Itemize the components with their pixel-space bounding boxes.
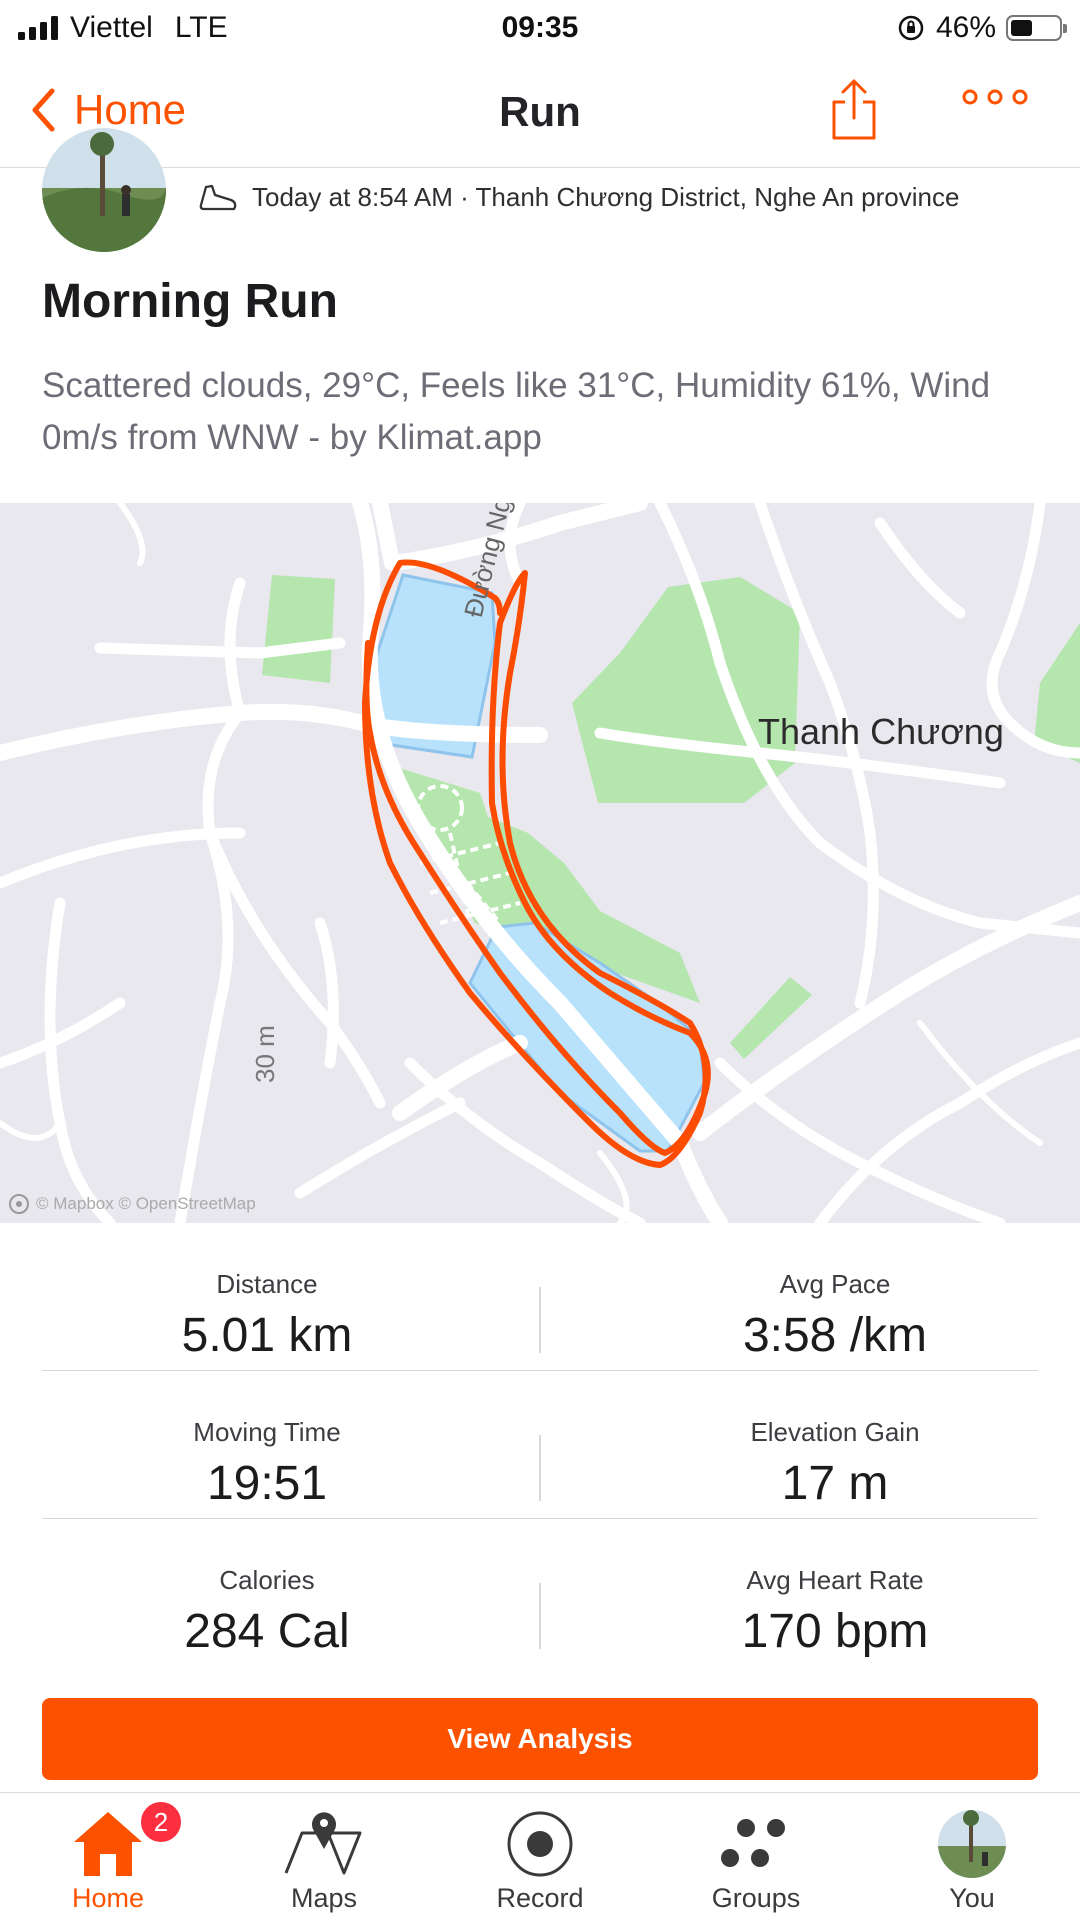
stats-row: Distance 5.01 km Avg Pace 3:58 /km [42, 1223, 1038, 1371]
orientation-lock-icon [898, 15, 924, 41]
stat-divider [539, 1435, 541, 1501]
stat-divider [539, 1583, 541, 1649]
tab-label: Maps [290, 1883, 358, 1913]
stat-distance: Distance 5.01 km [12, 1269, 522, 1363]
stat-moving-time: Moving Time 19:51 [12, 1417, 522, 1511]
stat-label: Avg Heart Rate [746, 1565, 924, 1595]
map-canvas [0, 503, 1080, 1223]
stat-value: 3:58 /km [742, 1309, 928, 1362]
tab-label: Groups [711, 1883, 801, 1913]
battery-level [1011, 20, 1033, 36]
battery-percent: 46% [935, 11, 996, 44]
home-icon [70, 1805, 146, 1883]
stat-value: 17 m [781, 1457, 889, 1510]
activity-title: Morning Run [42, 275, 338, 328]
battery-icon [1006, 15, 1067, 41]
network-type: LTE [174, 11, 228, 44]
back-button[interactable]: Home [30, 86, 186, 134]
tab-you[interactable]: You [864, 1793, 1080, 1920]
back-label: Home [74, 86, 187, 133]
signal-icon [18, 16, 58, 40]
stat-label: Avg Pace [779, 1269, 891, 1299]
navigation-bar: Home Run [0, 56, 1080, 168]
info-icon [9, 1194, 29, 1214]
activity-date-location: Today at 8:54 AM · Thanh Chương District… [252, 182, 960, 212]
stat-divider [539, 1287, 541, 1353]
avatar [936, 1805, 1008, 1883]
stat-avg-heart-rate: Avg Heart Rate 170 bpm [580, 1565, 1080, 1659]
stat-label: Calories [219, 1565, 315, 1595]
tab-label: Home [71, 1883, 145, 1913]
shoe-icon [199, 184, 237, 210]
attribution-text: © Mapbox © OpenStreetMap [36, 1194, 256, 1213]
activity-header: Today at 8:54 AM · Thanh Chương District… [0, 128, 1080, 500]
route-map[interactable]: Thanh Chương Đường Nguyễn 30 m © Mapbox … [0, 503, 1080, 1223]
tab-maps[interactable]: Maps [216, 1793, 432, 1920]
stats-row: Calories 284 Cal Avg Heart Rate 170 bpm [42, 1519, 1038, 1667]
view-analysis-button[interactable]: View Analysis [42, 1698, 1038, 1780]
activity-meta: Today at 8:54 AM · Thanh Chương District… [198, 182, 959, 213]
map-place-label: Thanh Chương [758, 711, 1004, 752]
more-icon[interactable] [960, 82, 1030, 112]
stat-calories: Calories 284 Cal [12, 1565, 522, 1659]
stat-label: Moving Time [193, 1417, 341, 1447]
chevron-left-icon [32, 88, 55, 132]
stat-value: 5.01 km [181, 1309, 353, 1362]
carrier-name: Viettel [70, 11, 153, 44]
map-attribution[interactable]: © Mapbox © OpenStreetMap [8, 1193, 256, 1215]
stat-value: 170 bpm [741, 1605, 929, 1658]
record-icon [504, 1805, 576, 1883]
tab-home[interactable]: 2 Home [0, 1793, 216, 1920]
stat-avg-pace: Avg Pace 3:58 /km [580, 1269, 1080, 1363]
stat-value: 19:51 [206, 1457, 328, 1510]
share-icon[interactable] [828, 78, 880, 142]
groups-icon [718, 1805, 794, 1883]
tab-groups[interactable]: Groups [648, 1793, 864, 1920]
notification-badge: 2 [138, 1799, 184, 1845]
map-elevation-label: 30 m [250, 1025, 280, 1083]
stat-elevation-gain: Elevation Gain 17 m [580, 1417, 1080, 1511]
tab-label: Record [496, 1883, 584, 1913]
tab-bar: 2 Home Maps Record Groups You [0, 1792, 1080, 1920]
stats-grid: Distance 5.01 km Avg Pace 3:58 /km Movin… [42, 1223, 1038, 1667]
stats-row: Moving Time 19:51 Elevation Gain 17 m [42, 1371, 1038, 1519]
athlete-avatar[interactable] [42, 128, 166, 252]
map-pin-icon [282, 1805, 366, 1883]
tab-label: You [949, 1883, 995, 1913]
stat-label: Elevation Gain [750, 1417, 920, 1447]
stat-value: 284 Cal [184, 1605, 350, 1658]
tab-record[interactable]: Record [432, 1793, 648, 1920]
status-bar: Viettel LTE 09:35 46% [0, 0, 1080, 56]
activity-description: Scattered clouds, 29°C, Feels like 31°C,… [42, 366, 991, 457]
stat-label: Distance [216, 1269, 318, 1299]
